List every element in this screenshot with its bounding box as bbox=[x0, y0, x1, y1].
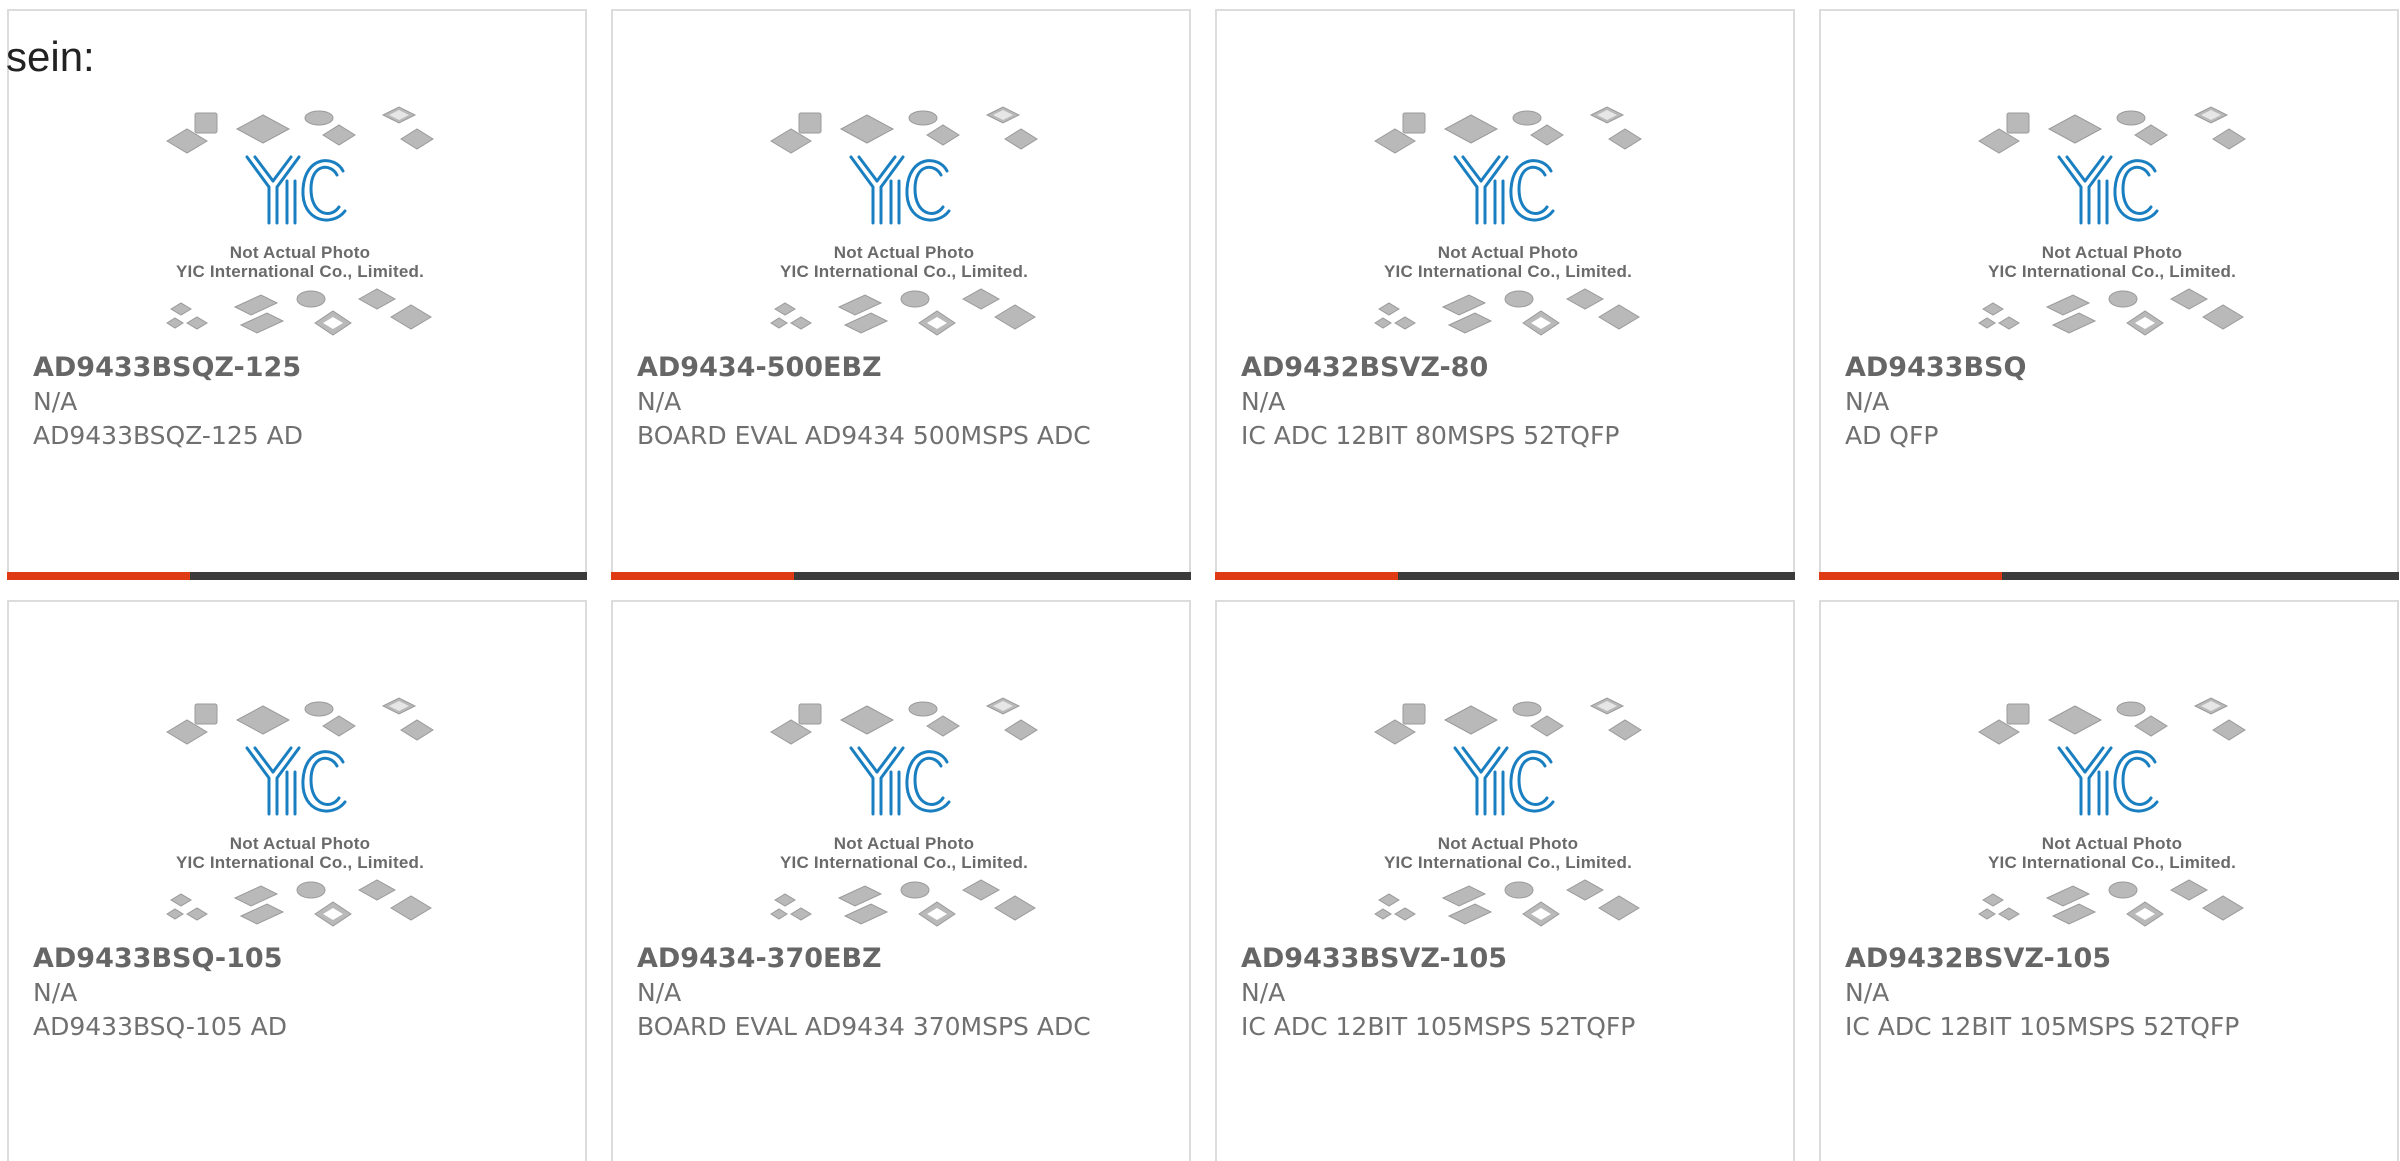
stock-status: N/A bbox=[33, 978, 78, 1007]
company-watermark-label: YIC International Co., Limited. bbox=[780, 853, 1028, 872]
part-number-link[interactable]: AD9432BSVZ-105 bbox=[1845, 942, 2365, 976]
product-card[interactable]: Not Actual Photo YIC International Co., … bbox=[611, 9, 1191, 580]
chip-packages-placeholder-icon bbox=[1374, 106, 1642, 336]
card-bottom-bar bbox=[1819, 572, 2399, 580]
product-info: AD9433BSQ N/A AD QFP bbox=[1845, 351, 2365, 453]
product-info: AD9433BSQZ-125 N/A AD9433BSQZ-125 AD bbox=[33, 351, 553, 453]
part-number-link[interactable]: AD9433BSQ-105 bbox=[33, 942, 553, 976]
card-bottom-bar bbox=[7, 572, 587, 580]
product-card[interactable]: Not Actual Photo YIC International Co., … bbox=[1819, 9, 2399, 580]
card-accent-bar bbox=[7, 572, 190, 580]
stock-status: N/A bbox=[1845, 978, 1890, 1007]
company-watermark-label: YIC International Co., Limited. bbox=[1384, 853, 1632, 872]
product-image[interactable]: Not Actual Photo YIC International Co., … bbox=[1977, 692, 2247, 942]
not-actual-photo-label: Not Actual Photo bbox=[229, 243, 371, 262]
chip-packages-placeholder-icon bbox=[770, 697, 1038, 927]
stock-status: N/A bbox=[637, 387, 682, 416]
product-info: AD9432BSVZ-80 N/A IC ADC 12BIT 80MSPS 52… bbox=[1241, 351, 1761, 453]
not-actual-photo-label: Not Actual Photo bbox=[833, 834, 975, 853]
product-description: BOARD EVAL AD9434 370MSPS ADC bbox=[637, 1012, 1091, 1041]
product-image[interactable]: Not Actual Photo YIC International Co., … bbox=[1373, 101, 1643, 351]
product-image[interactable]: Not Actual Photo YIC International Co., … bbox=[165, 101, 435, 351]
product-info: AD9433BSVZ-105 N/A IC ADC 12BIT 105MSPS … bbox=[1241, 942, 1761, 1044]
product-image[interactable]: Not Actual Photo YIC International Co., … bbox=[1373, 692, 1643, 942]
stock-status: N/A bbox=[637, 978, 682, 1007]
product-grid: Not Actual Photo YIC International Co., … bbox=[7, 9, 2400, 1161]
not-actual-photo-label: Not Actual Photo bbox=[2041, 834, 2183, 853]
product-info: AD9433BSQ-105 N/A AD9433BSQ-105 AD bbox=[33, 942, 553, 1044]
not-actual-photo-label: Not Actual Photo bbox=[1437, 834, 1579, 853]
product-image[interactable]: Not Actual Photo YIC International Co., … bbox=[165, 692, 435, 942]
product-image[interactable]: Not Actual Photo YIC International Co., … bbox=[1977, 101, 2247, 351]
card-bottom-bar bbox=[1215, 572, 1795, 580]
stock-status: N/A bbox=[33, 387, 78, 416]
company-watermark-label: YIC International Co., Limited. bbox=[1988, 262, 2236, 281]
company-watermark-label: YIC International Co., Limited. bbox=[780, 262, 1028, 281]
company-watermark-label: YIC International Co., Limited. bbox=[1988, 853, 2236, 872]
company-watermark-label: YIC International Co., Limited. bbox=[176, 262, 424, 281]
part-number-link[interactable]: AD9434-370EBZ bbox=[637, 942, 1157, 976]
chip-packages-placeholder-icon bbox=[1978, 697, 2246, 927]
not-actual-photo-label: Not Actual Photo bbox=[2041, 243, 2183, 262]
product-card[interactable]: Not Actual Photo YIC International Co., … bbox=[7, 9, 587, 580]
stock-status: N/A bbox=[1241, 978, 1286, 1007]
product-description: BOARD EVAL AD9434 500MSPS ADC bbox=[637, 421, 1091, 450]
product-description: AD9433BSQ-105 AD bbox=[33, 1012, 287, 1041]
chip-packages-placeholder-icon bbox=[166, 106, 434, 336]
part-number-link[interactable]: AD9432BSVZ-80 bbox=[1241, 351, 1761, 385]
card-bottom-bar bbox=[611, 572, 1191, 580]
product-card[interactable]: Not Actual Photo YIC International Co., … bbox=[1819, 600, 2399, 1161]
product-card[interactable]: Not Actual Photo YIC International Co., … bbox=[7, 600, 587, 1161]
chip-packages-placeholder-icon bbox=[166, 697, 434, 927]
product-card[interactable]: Not Actual Photo YIC International Co., … bbox=[1215, 600, 1795, 1161]
product-description: IC ADC 12BIT 105MSPS 52TQFP bbox=[1241, 1012, 1636, 1041]
stock-status: N/A bbox=[1241, 387, 1286, 416]
stock-status: N/A bbox=[1845, 387, 1890, 416]
part-number-link[interactable]: AD9433BSQZ-125 bbox=[33, 351, 553, 385]
part-number-link[interactable]: AD9433BSQ bbox=[1845, 351, 2365, 385]
chip-packages-placeholder-icon bbox=[770, 106, 1038, 336]
card-accent-bar bbox=[1819, 572, 2002, 580]
product-description: AD9433BSQZ-125 AD bbox=[33, 421, 303, 450]
part-number-link[interactable]: AD9433BSVZ-105 bbox=[1241, 942, 1761, 976]
card-accent-bar bbox=[1215, 572, 1398, 580]
product-info: AD9434-370EBZ N/A BOARD EVAL AD9434 370M… bbox=[637, 942, 1157, 1044]
product-description: IC ADC 12BIT 80MSPS 52TQFP bbox=[1241, 421, 1620, 450]
part-number-link[interactable]: AD9434-500EBZ bbox=[637, 351, 1157, 385]
card-accent-bar bbox=[611, 572, 794, 580]
product-info: AD9432BSVZ-105 N/A IC ADC 12BIT 105MSPS … bbox=[1845, 942, 2365, 1044]
chip-packages-placeholder-icon bbox=[1374, 697, 1642, 927]
product-card[interactable]: Not Actual Photo YIC International Co., … bbox=[611, 600, 1191, 1161]
company-watermark-label: YIC International Co., Limited. bbox=[176, 853, 424, 872]
product-image[interactable]: Not Actual Photo YIC International Co., … bbox=[769, 692, 1039, 942]
chip-packages-placeholder-icon bbox=[1978, 106, 2246, 336]
product-card[interactable]: Not Actual Photo YIC International Co., … bbox=[1215, 9, 1795, 580]
product-description: AD QFP bbox=[1845, 421, 1939, 450]
not-actual-photo-label: Not Actual Photo bbox=[833, 243, 975, 262]
company-watermark-label: YIC International Co., Limited. bbox=[1384, 262, 1632, 281]
product-image[interactable]: Not Actual Photo YIC International Co., … bbox=[769, 101, 1039, 351]
product-description: IC ADC 12BIT 105MSPS 52TQFP bbox=[1845, 1012, 2240, 1041]
not-actual-photo-label: Not Actual Photo bbox=[229, 834, 371, 853]
product-info: AD9434-500EBZ N/A BOARD EVAL AD9434 500M… bbox=[637, 351, 1157, 453]
section-heading: sein: bbox=[6, 33, 95, 80]
not-actual-photo-label: Not Actual Photo bbox=[1437, 243, 1579, 262]
